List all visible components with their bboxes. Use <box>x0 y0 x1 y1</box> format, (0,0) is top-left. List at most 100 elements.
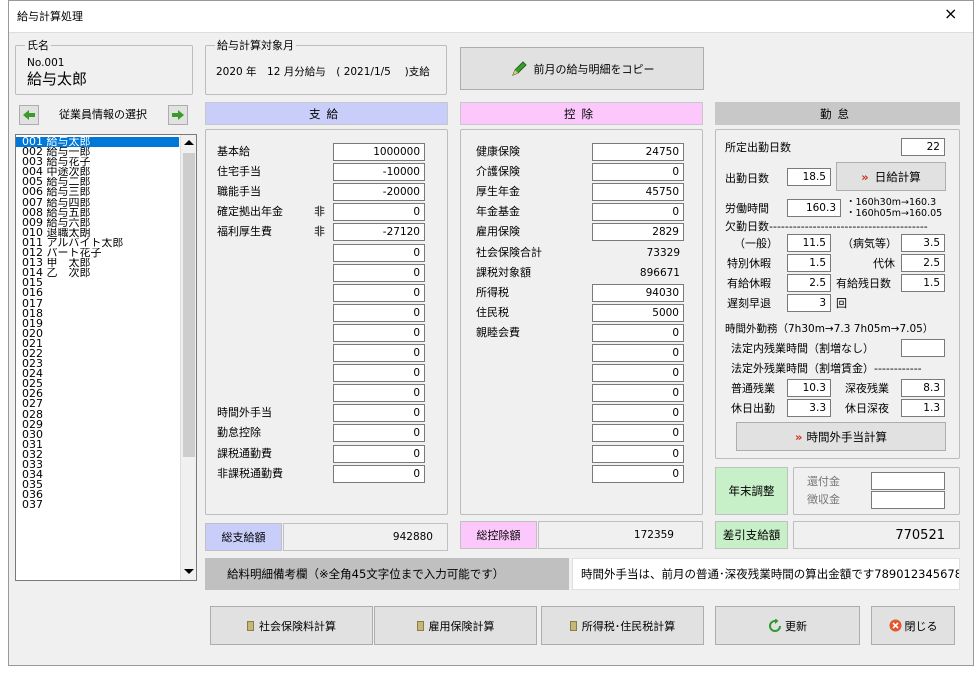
employee-list-item[interactable]: 032 <box>16 450 179 460</box>
night-overtime-field[interactable]: 8.3 <box>901 379 945 397</box>
deduction-amount-field[interactable]: 0 <box>592 364 684 383</box>
employee-list-item[interactable]: 013 甲 太郎 <box>16 258 179 268</box>
employee-list-item[interactable]: 016 <box>16 288 179 298</box>
employee-list-item[interactable]: 012 パート花子 <box>16 248 179 258</box>
payment-amount-field[interactable]: 0 <box>333 424 425 443</box>
payment-amount-field[interactable]: 0 <box>333 283 425 302</box>
payment-amount-field[interactable]: 0 <box>333 344 425 362</box>
employee-list-item[interactable]: 027 <box>16 399 179 409</box>
close-icon[interactable]: × <box>944 6 957 22</box>
employee-list[interactable]: 001 給与太郎 002 給与一郎 003 給与花子 004 中途次郎 005 給与二郎… <box>15 134 197 581</box>
employee-list-item[interactable]: 005 給与二郎 <box>16 177 179 187</box>
next-employee-button[interactable] <box>168 105 188 125</box>
absence-general-field[interactable]: 11.5 <box>787 234 831 252</box>
deduction-amount-field[interactable]: 0 <box>592 163 684 182</box>
employee-list-item[interactable]: 017 <box>16 299 179 309</box>
daily-pay-calc-button[interactable]: » 日給計算 <box>836 162 946 191</box>
employee-list-item[interactable]: 031 <box>16 440 179 450</box>
deduction-amount-field[interactable]: 24750 <box>592 143 684 161</box>
late-early-field[interactable]: 3 <box>787 294 831 312</box>
overtime-pay-calc-button[interactable]: » 時間外手当計算 <box>736 422 946 451</box>
employee-list-item[interactable]: 033 <box>16 460 179 470</box>
payment-amount-field[interactable]: 0 <box>333 243 425 262</box>
holiday-work-field[interactable]: 3.3 <box>787 399 831 417</box>
absence-sick-field[interactable]: 3.5 <box>901 234 945 252</box>
legal-in-overtime-field[interactable] <box>901 339 945 357</box>
deduction-amount-field[interactable]: 5000 <box>592 303 684 322</box>
payment-amount-field[interactable]: 0 <box>333 464 425 483</box>
payment-amount-field[interactable]: 0 <box>333 323 425 342</box>
update-button[interactable]: 更新 <box>715 606 860 645</box>
deduction-amount-field[interactable]: 0 <box>592 384 684 403</box>
deduction-amount-field[interactable]: 0 <box>592 464 684 483</box>
work-hours-field[interactable]: 160.3 <box>787 199 841 217</box>
payment-amount-field[interactable]: 0 <box>333 384 425 403</box>
employee-list-item[interactable]: 023 <box>16 359 179 369</box>
employee-list-item[interactable]: 011 アルバイト太郎 <box>16 238 179 248</box>
scroll-up-icon[interactable] <box>184 140 194 145</box>
employee-list-item[interactable]: 028 <box>16 410 179 420</box>
payment-amount-field[interactable]: -20000 <box>333 183 425 202</box>
deduction-amount-field[interactable]: 0 <box>592 344 684 362</box>
employee-list-item[interactable]: 010 退職太朗 <box>16 228 179 238</box>
employee-list-item[interactable]: 006 給与三郎 <box>16 187 179 197</box>
employee-list-item[interactable]: 021 <box>16 339 179 349</box>
employee-list-item[interactable]: 014 乙 次郎 <box>16 268 179 278</box>
normal-overtime-field[interactable]: 10.3 <box>787 379 831 397</box>
payment-amount-field[interactable]: 0 <box>333 303 425 322</box>
deduction-amount-field[interactable]: 0 <box>592 203 684 222</box>
employee-list-item[interactable]: 022 <box>16 349 179 359</box>
employee-list-item[interactable]: 015 <box>16 278 179 288</box>
holiday-night-field[interactable]: 1.3 <box>901 399 945 417</box>
employee-list-item[interactable]: 019 <box>16 319 179 329</box>
payment-amount-field[interactable]: 0 <box>333 203 425 222</box>
deduction-amount-field[interactable]: 45750 <box>592 183 684 202</box>
employee-list-item[interactable]: 037 <box>16 500 179 510</box>
deduction-amount-field[interactable]: 0 <box>592 323 684 342</box>
special-leave-field[interactable]: 1.5 <box>787 254 831 272</box>
employee-list-scrollbar[interactable] <box>180 135 196 580</box>
employee-list-item[interactable]: 030 <box>16 430 179 440</box>
payment-amount-field[interactable]: 0 <box>333 404 425 423</box>
employee-list-item[interactable]: 008 給与五郎 <box>16 208 179 218</box>
payment-amount-field[interactable]: -10000 <box>333 163 425 182</box>
comp-leave-field[interactable]: 2.5 <box>901 254 945 272</box>
employee-list-item[interactable]: 001 給与太郎 <box>16 137 179 148</box>
previous-employee-button[interactable] <box>19 105 39 125</box>
scrollbar-thumb[interactable] <box>183 153 195 457</box>
tax-calc-button[interactable]: 所得税･住民税計算 <box>541 606 704 645</box>
employment-insurance-calc-button[interactable]: 雇用保険計算 <box>374 606 537 645</box>
employee-list-item[interactable]: 020 <box>16 329 179 339</box>
employee-list-item[interactable]: 036 <box>16 490 179 500</box>
payment-amount-field[interactable]: 0 <box>333 263 425 282</box>
payment-amount-field[interactable]: 1000000 <box>333 143 425 161</box>
employee-list-item[interactable]: 009 給与六郎 <box>16 218 179 228</box>
employee-list-item[interactable]: 029 <box>16 420 179 430</box>
scheduled-days-field[interactable]: 22 <box>901 138 945 156</box>
employee-list-item[interactable]: 018 <box>16 309 179 319</box>
employee-list-item[interactable]: 025 <box>16 379 179 389</box>
deduction-amount-field[interactable]: 0 <box>592 444 684 463</box>
employee-list-item[interactable]: 003 給与花子 <box>16 157 179 167</box>
paid-leave-remain-field[interactable]: 1.5 <box>901 274 945 292</box>
collect-field[interactable] <box>871 491 945 509</box>
employee-list-item[interactable]: 024 <box>16 369 179 379</box>
deduction-amount-field[interactable]: 0 <box>592 404 684 423</box>
deduction-amount-field[interactable]: 0 <box>592 424 684 443</box>
employee-list-item[interactable]: 007 給与四郎 <box>16 198 179 208</box>
payment-amount-field[interactable]: 0 <box>333 364 425 383</box>
paid-leave-field[interactable]: 2.5 <box>787 274 831 292</box>
payment-amount-field[interactable]: -27120 <box>333 223 425 242</box>
work-days-field[interactable]: 18.5 <box>787 168 831 186</box>
employee-list-item[interactable]: 002 給与一郎 <box>16 147 179 157</box>
deduction-amount-field[interactable]: 2829 <box>592 223 684 242</box>
remarks-field[interactable]: 時間外手当は、前月の普通･深夜残業時間の算出金額です78901234567890 <box>572 558 960 590</box>
refund-field[interactable] <box>871 472 945 490</box>
close-button[interactable]: 閉じる <box>871 606 955 645</box>
employee-list-item[interactable]: 004 中途次郎 <box>16 167 179 177</box>
scroll-down-icon[interactable] <box>184 569 194 574</box>
employee-list-item[interactable]: 026 <box>16 389 179 399</box>
copy-previous-month-button[interactable]: 前月の給与明細をコピー <box>460 47 704 90</box>
social-insurance-calc-button[interactable]: 社会保険料計算 <box>210 606 373 645</box>
payment-amount-field[interactable]: 0 <box>333 444 425 463</box>
